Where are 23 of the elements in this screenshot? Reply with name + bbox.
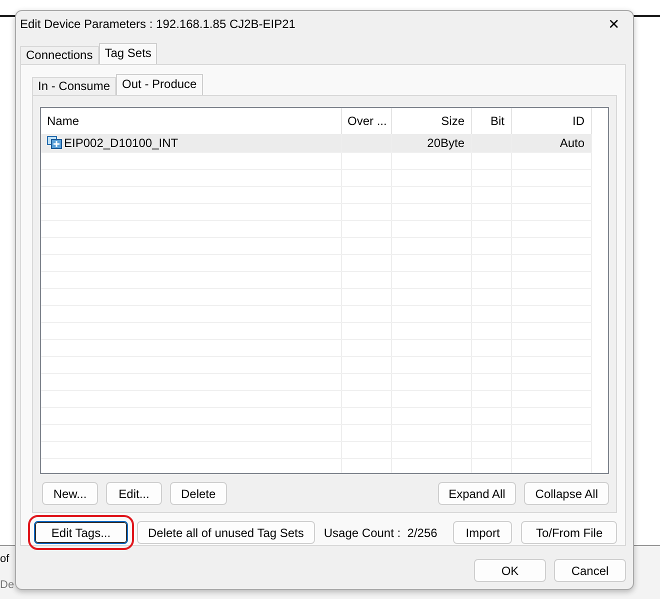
background-text: De [0, 578, 14, 593]
window-title: Edit Device Parameters : 192.168.1.85 CJ2B-EIP21 [20, 16, 296, 33]
usage-count-text: Usage Count : 2/256 [324, 524, 438, 542]
button[interactable]: New... [42, 482, 98, 505]
tab[interactable]: In - Consume [32, 77, 116, 95]
button[interactable]: Edit... [106, 482, 162, 505]
button[interactable]: Delete [170, 482, 227, 505]
button[interactable]: Collapse All [524, 482, 609, 505]
button[interactable]: To/From File [521, 521, 618, 544]
tab[interactable]: Tag Sets [98, 43, 158, 64]
tab[interactable]: Out - Produce [116, 74, 203, 95]
button[interactable]: Import [453, 521, 512, 544]
button[interactable]: Cancel [554, 559, 626, 582]
table-cell: Auto [560, 136, 584, 150]
tag-set-icon [47, 136, 62, 149]
button[interactable]: OK [474, 559, 546, 582]
button[interactable]: Expand All [438, 482, 516, 505]
table-cell: 20Byte [427, 136, 464, 150]
background-text: of [0, 552, 10, 567]
button[interactable]: Delete all of unused Tag Sets [137, 521, 315, 544]
close-button[interactable]: ✕ [602, 14, 626, 34]
tab[interactable]: Connections [20, 46, 99, 64]
table-cell: EIP002_D10100_INT [64, 136, 178, 150]
